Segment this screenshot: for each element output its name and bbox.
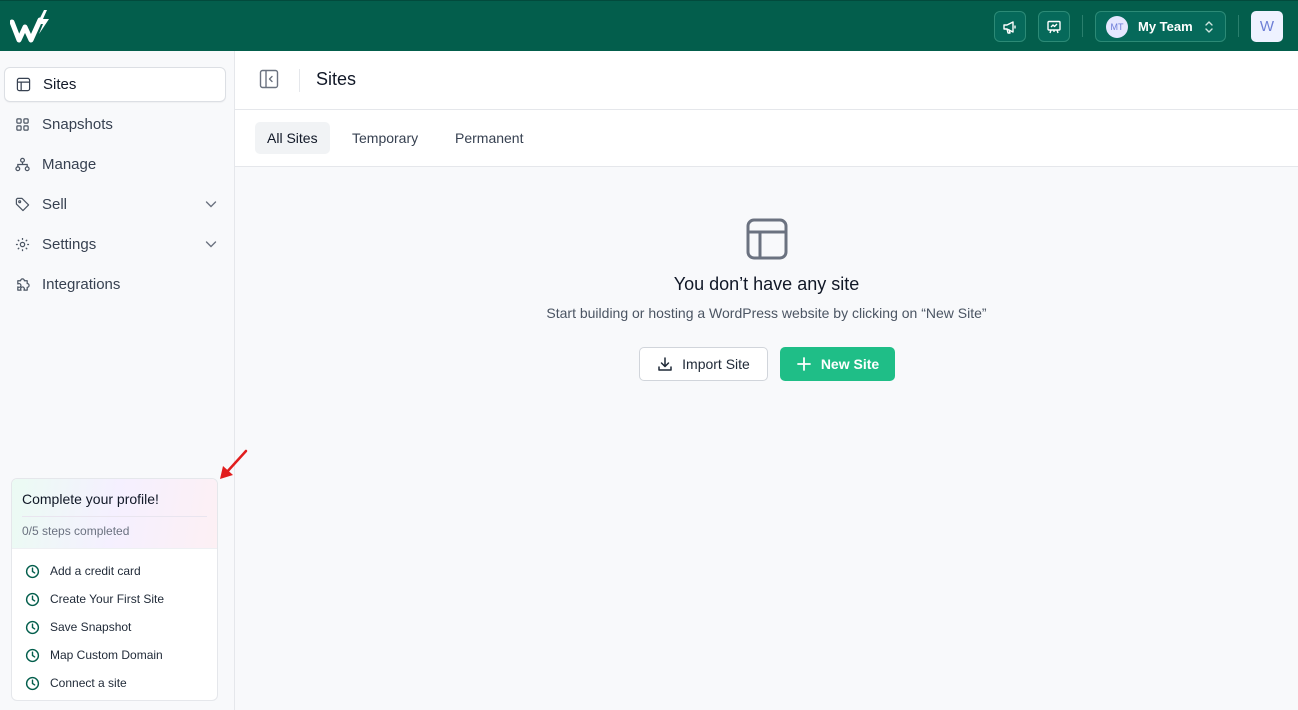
team-selector[interactable]: MT My Team (1095, 11, 1226, 42)
sidebar-item-sites[interactable]: Sites (4, 67, 226, 102)
profile-step-label: Map Custom Domain (50, 648, 163, 662)
tab-permanent[interactable]: Permanent (443, 122, 535, 154)
plus-icon (796, 357, 811, 371)
profile-card-title: Complete your profile! (22, 491, 159, 507)
puzzle-icon (14, 277, 30, 293)
chevron-up-down-icon (1205, 21, 1213, 33)
presentation-button[interactable] (1038, 11, 1070, 42)
sidebar-item-label: Settings (42, 236, 97, 253)
clock-icon (25, 564, 40, 578)
page-header: Sites (235, 51, 1298, 110)
sidebar-item-label: Sell (42, 196, 68, 213)
new-site-label: New Site (820, 356, 880, 372)
chevron-down-icon (205, 241, 217, 248)
profile-card-divider (22, 516, 207, 517)
announcements-button[interactable] (994, 11, 1026, 42)
profile-step[interactable]: Map Custom Domain (12, 641, 217, 669)
empty-state-subtitle: Start building or hosting a WordPress we… (546, 305, 987, 321)
chevron-down-icon (205, 201, 217, 208)
sidebar-item-settings[interactable]: Settings (4, 227, 226, 262)
gear-icon (14, 237, 30, 253)
sidebar-item-label: Snapshots (42, 116, 113, 133)
header-divider (299, 69, 300, 92)
page-title: Sites (316, 69, 357, 89)
tab-all-sites[interactable]: All Sites (255, 122, 330, 154)
profile-step-label: Connect a site (50, 676, 127, 690)
megaphone-icon (1003, 20, 1016, 34)
annotation-arrow-icon (220, 449, 248, 479)
sidebar-item-sell[interactable]: Sell (4, 187, 226, 222)
profile-completion-card: Complete your profile! 0/5 steps complet… (11, 478, 218, 701)
grid-icon (14, 117, 30, 133)
import-site-label: Import Site (682, 356, 750, 372)
sidebar-item-snapshots[interactable]: Snapshots (4, 107, 226, 142)
top-bar: MT My Team W (0, 0, 1298, 51)
empty-state-title: You don’t have any site (673, 274, 860, 294)
profile-step[interactable]: Save Snapshot (12, 613, 217, 641)
clock-icon (25, 620, 40, 634)
sidebar-item-label: Manage (42, 156, 97, 173)
profile-step[interactable]: Add a credit card (12, 557, 217, 585)
profile-step-label: Save Snapshot (50, 620, 132, 634)
brand-logo-icon[interactable] (10, 10, 50, 43)
download-icon (658, 357, 672, 371)
sidebar-item-label: Integrations (42, 276, 121, 293)
layout-icon (746, 218, 788, 260)
sidebar-collapse-icon[interactable] (259, 69, 279, 89)
team-name: My Team (1138, 19, 1193, 34)
import-site-button[interactable]: Import Site (639, 347, 768, 381)
clock-icon (25, 592, 40, 606)
topbar-divider (1238, 15, 1239, 37)
profile-card-progress: 0/5 steps completed (22, 524, 130, 538)
sitemap-icon (14, 157, 30, 173)
profile-step-label: Add a credit card (50, 564, 141, 578)
tabs-bar: All Sites Temporary Permanent (235, 110, 1298, 167)
profile-step[interactable]: Connect a site (12, 669, 217, 697)
team-avatar: MT (1106, 15, 1128, 38)
new-site-button[interactable]: New Site (780, 347, 895, 381)
tab-temporary[interactable]: Temporary (340, 122, 430, 154)
clock-icon (25, 676, 40, 690)
profile-step-label: Create Your First Site (50, 592, 165, 606)
sidebar-item-integrations[interactable]: Integrations (4, 267, 226, 302)
layout-icon (15, 77, 31, 93)
sidebar-item-label: Sites (43, 76, 77, 93)
profile-step[interactable]: Create Your First Site (12, 585, 217, 613)
sidebar-item-manage[interactable]: Manage (4, 147, 226, 182)
clock-icon (25, 648, 40, 662)
tag-icon (14, 197, 30, 213)
presentation-icon (1047, 20, 1061, 33)
topbar-divider (1082, 15, 1083, 37)
user-avatar[interactable]: W (1251, 11, 1283, 42)
profile-steps-list: Add a credit card Create Your First Site… (12, 549, 217, 697)
profile-card-header: Complete your profile! 0/5 steps complet… (12, 479, 217, 549)
